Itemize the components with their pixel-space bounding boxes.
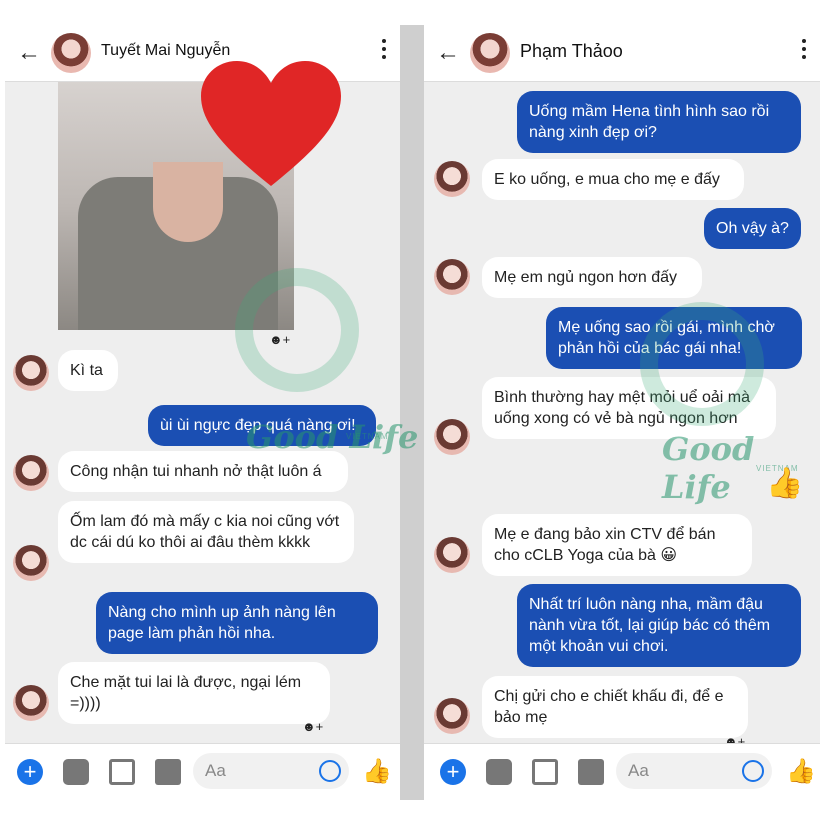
watermark-logo	[235, 268, 359, 392]
thumbs-up-icon: 👍	[766, 467, 804, 500]
contact-name[interactable]: Phạm Thảoo	[520, 41, 623, 62]
message-input[interactable]: Aa	[616, 753, 772, 789]
like-icon[interactable]: 👍	[362, 759, 392, 785]
message-bubble[interactable]: Mẹ e đang bảo xin CTV để bán cho cCLB Yo…	[482, 514, 752, 576]
contact-name[interactable]: Tuyết Mai Nguyễn	[101, 42, 230, 60]
message-composer: + Aa 👍	[424, 743, 820, 800]
camera-icon[interactable]	[486, 759, 512, 785]
panel-divider	[400, 25, 424, 800]
message-bubble[interactable]: Công nhận tui nhanh nở thật luôn á	[58, 451, 348, 492]
watermark-subtext: VIETNAM	[346, 432, 389, 441]
avatar	[434, 698, 470, 734]
avatar	[13, 455, 49, 491]
avatar	[13, 545, 49, 581]
watermark-text: Good Life	[246, 418, 419, 456]
emoji-icon[interactable]	[319, 760, 341, 782]
avatar	[434, 161, 470, 197]
more-options-icon[interactable]	[802, 39, 806, 63]
chat-header: ← Phạm Thảoo	[424, 25, 820, 82]
more-options-icon[interactable]	[382, 39, 386, 63]
message-bubble[interactable]: E ko uống, e mua cho mẹ e đấy	[482, 159, 744, 200]
avatar	[13, 685, 49, 721]
chat-panel-right: ← Phạm Thảoo Uống mầm Hena tình hình sao…	[424, 25, 820, 800]
avatar[interactable]	[51, 33, 91, 73]
like-icon[interactable]: 👍	[786, 759, 816, 785]
message-bubble[interactable]: Mẹ em ngủ ngon hơn đấy	[482, 257, 702, 298]
message-bubble[interactable]: Nàng cho mình up ảnh nàng lên page làm p…	[96, 592, 378, 654]
image-icon[interactable]	[109, 759, 135, 785]
input-placeholder: Aa	[628, 761, 649, 780]
message-bubble[interactable]: Chị gửi cho e chiết khấu đi, để e bảo mẹ	[482, 676, 748, 738]
message-bubble[interactable]: Ốm lam đó mà mấy c kia noi cũng vớt dc c…	[58, 501, 354, 563]
message-bubble[interactable]: Uống mầm Hena tình hình sao rồi nàng xin…	[517, 91, 801, 153]
message-bubble[interactable]: Nhất trí luôn nàng nha, mầm đậu nành vừa…	[517, 584, 801, 667]
avatar	[434, 419, 470, 455]
heart-sticker-icon	[201, 61, 341, 186]
message-bubble[interactable]: Kì ta	[58, 350, 118, 391]
avatar	[434, 259, 470, 295]
camera-icon[interactable]	[63, 759, 89, 785]
emoji-icon[interactable]	[742, 760, 764, 782]
plus-icon[interactable]: +	[440, 759, 466, 785]
plus-icon[interactable]: +	[17, 759, 43, 785]
back-arrow-icon[interactable]: ←	[436, 39, 460, 67]
chat-panel-left: ← Tuyết Mai Nguyễn ☻+ Kì ta ùi ùi ngực đ…	[5, 25, 400, 800]
message-input[interactable]: Aa	[193, 753, 349, 789]
input-placeholder: Aa	[205, 761, 226, 780]
message-bubble[interactable]: Che mặt tui lai là được, ngại lém =))))	[58, 662, 330, 724]
avatar[interactable]	[470, 33, 510, 73]
avatar	[13, 355, 49, 391]
back-arrow-icon[interactable]: ←	[17, 39, 41, 67]
watermark-logo	[640, 302, 764, 426]
message-bubble[interactable]: Oh vậy à?	[704, 208, 801, 249]
image-icon[interactable]	[532, 759, 558, 785]
gif-icon[interactable]	[578, 759, 604, 785]
avatar	[434, 537, 470, 573]
add-reaction-icon[interactable]: ☻+	[302, 720, 324, 734]
gif-icon[interactable]	[155, 759, 181, 785]
message-composer: + Aa 👍	[5, 743, 400, 800]
